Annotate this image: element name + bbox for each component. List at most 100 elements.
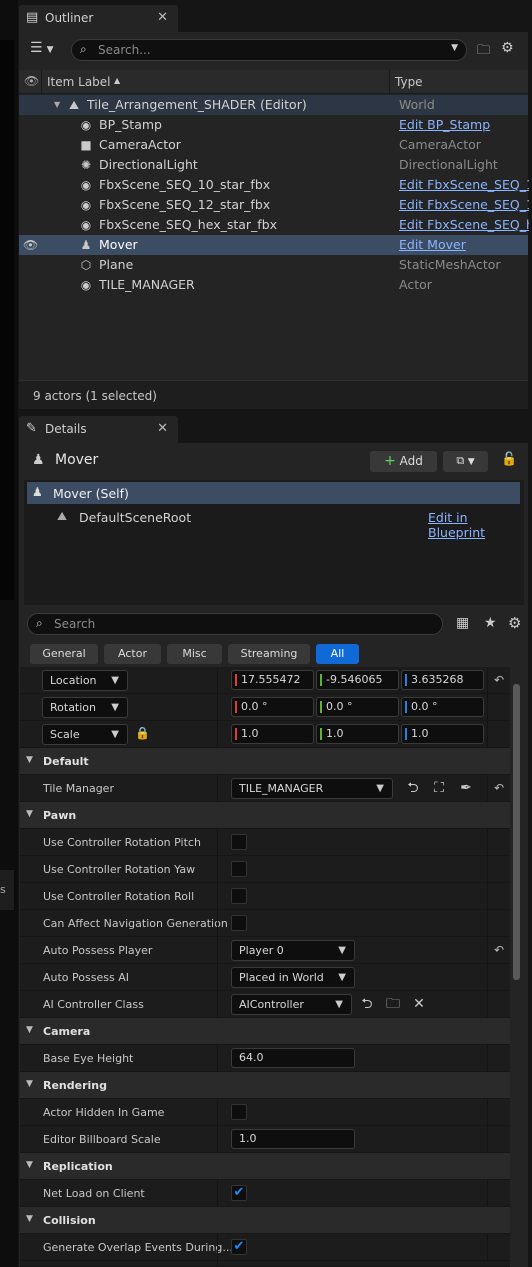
browse-icon[interactable]: 🗀: [384, 995, 402, 1013]
edit-blueprint-link[interactable]: Edit BP_Stamp: [399, 115, 529, 135]
rotation-y-field[interactable]: 0.0 °: [316, 697, 399, 717]
details-tab-label: Details: [45, 422, 87, 436]
base-eye-height-row: Base Eye Height 64.0: [20, 1045, 510, 1072]
location-z-field[interactable]: 3.635268: [401, 670, 484, 690]
category-camera[interactable]: ▼ Camera: [20, 1018, 510, 1045]
component-row[interactable]: ⛰ DefaultSceneRoot Edit in Blueprint: [27, 507, 520, 540]
auto-possess-player-dropdown[interactable]: Player 0 ▼: [231, 940, 355, 961]
actor-hidden-checkbox[interactable]: [231, 1104, 247, 1120]
pitch-checkbox[interactable]: [231, 834, 247, 850]
base-eye-height-field[interactable]: 64.0: [231, 1048, 355, 1068]
edit-blueprint-link[interactable]: Edit FbxScene_SEQ_he: [399, 215, 529, 235]
billboard-scale-field[interactable]: 1.0: [231, 1129, 355, 1149]
auto-possess-ai-label: Auto Possess AI: [43, 971, 129, 984]
rotation-mode-dropdown[interactable]: Rotation ▼: [42, 697, 128, 718]
tile-manager-dropdown[interactable]: TILE_MANAGER ▼: [231, 778, 393, 799]
filter-streaming-button[interactable]: Streaming: [228, 644, 310, 664]
edit-in-blueprint-link[interactable]: Edit in Blueprint: [428, 510, 520, 540]
component-self-row[interactable]: ♟ Mover (Self): [27, 482, 520, 504]
clear-icon[interactable]: ✕: [410, 995, 428, 1013]
category-replication[interactable]: ▼ Replication: [20, 1153, 510, 1180]
scale-y-value: 1.0: [326, 727, 344, 740]
gear-icon[interactable]: ⚙: [508, 614, 521, 632]
collapse-arrow-icon: ▼: [26, 1025, 33, 1035]
scale-mode-dropdown[interactable]: Scale ▼: [42, 724, 128, 745]
folder-add-icon[interactable]: 🗀: [477, 41, 490, 63]
tree-row[interactable]: ◉ TILE_MANAGER Actor: [19, 275, 528, 295]
outliner-tab[interactable]: ▤ Outliner ✕: [19, 5, 178, 32]
tree-row[interactable]: ■ CameraActor CameraActor: [19, 135, 528, 155]
eye-icon[interactable]: 👁: [23, 238, 38, 252]
yaw-checkbox[interactable]: [231, 861, 247, 877]
rotation-x-field[interactable]: 0.0 °: [231, 697, 314, 717]
close-icon[interactable]: ✕: [157, 5, 168, 31]
filter-button[interactable]: ☰ ▼: [30, 40, 64, 60]
edit-blueprint-link[interactable]: Edit FbxScene_SEQ_10: [399, 175, 529, 195]
edit-blueprint-link[interactable]: Edit FbxScene_SEQ_12: [399, 195, 529, 215]
location-x-field[interactable]: 17.555472: [231, 670, 314, 690]
details-scrollbar[interactable]: [513, 684, 520, 980]
category-pawn[interactable]: ▼ Pawn: [20, 802, 510, 829]
overlap-events-checkbox[interactable]: ✔: [231, 1239, 247, 1255]
eyedropper-icon[interactable]: ✒: [457, 779, 475, 797]
tree-row[interactable]: ⬡ Plane StaticMeshActor: [19, 255, 528, 275]
light-icon: ✺: [80, 158, 92, 172]
expand-arrow-icon[interactable]: ▼: [54, 95, 60, 115]
outliner-search-input[interactable]: ⌕ Search... ▼: [71, 39, 467, 61]
tree-row-world[interactable]: ▼ ⛰ Tile_Arrangement_SHADER (Editor) Wor…: [19, 95, 528, 115]
chevron-down-icon: ▼: [467, 457, 475, 467]
star-icon[interactable]: ★: [484, 615, 497, 631]
details-tab[interactable]: ✎ Details ✕: [19, 416, 178, 443]
scale-y-field[interactable]: 1.0: [316, 724, 399, 744]
tree-row[interactable]: ✺ DirectionalLight DirectionalLight: [19, 155, 528, 175]
reset-icon[interactable]: ↶: [494, 673, 504, 687]
edit-blueprint-link[interactable]: Edit Mover: [399, 235, 529, 255]
use-selected-icon[interactable]: ⮌: [404, 779, 422, 797]
ai-controller-class-label: AI Controller Class: [43, 998, 144, 1011]
scale-x-field[interactable]: 1.0: [231, 724, 314, 744]
search-dropdown-chevron-icon[interactable]: ▼: [451, 43, 458, 53]
table-view-icon[interactable]: ▦: [456, 615, 469, 631]
item-label-header[interactable]: Item Label: [47, 75, 111, 89]
navigation-checkbox[interactable]: [231, 915, 247, 931]
outliner-header: 👁 Item Label ▲ Type: [19, 70, 528, 94]
ai-controller-class-dropdown[interactable]: AIController ▼: [231, 994, 352, 1015]
blueprint-options-button[interactable]: ⧉ ▼: [443, 451, 488, 472]
details-search-input[interactable]: ⌕ Search: [27, 613, 443, 635]
rotation-y-value: 0.0 °: [326, 700, 353, 713]
tree-row[interactable]: ◉ FbxScene_SEQ_10_star_fbx Edit FbxScene…: [19, 175, 529, 195]
filter-all-button[interactable]: All: [316, 644, 359, 664]
type-header[interactable]: Type: [395, 75, 423, 89]
camera-icon: ■: [80, 138, 92, 152]
location-y-field[interactable]: -9.546065: [316, 670, 399, 690]
tree-row[interactable]: ◉ BP_Stamp Edit BP_Stamp: [19, 115, 528, 135]
location-mode-dropdown[interactable]: Location ▼: [42, 670, 128, 691]
auto-possess-ai-dropdown[interactable]: Placed in World ▼: [231, 967, 355, 988]
tree-row[interactable]: ◉ FbxScene_SEQ_12_star_fbx Edit FbxScene…: [19, 195, 529, 215]
viewport-edge: s: [0, 0, 18, 1267]
filter-actor-button[interactable]: Actor: [104, 644, 161, 664]
lock-icon[interactable]: 🔒: [135, 726, 150, 740]
tree-row[interactable]: ◉ FbxScene_SEQ_hex_star_fbx Edit FbxScen…: [19, 215, 529, 235]
scale-z-field[interactable]: 1.0: [401, 724, 484, 744]
use-selected-icon[interactable]: ⮌: [358, 995, 376, 1013]
tree-row-selected[interactable]: 👁 ♟ Mover Edit Mover: [19, 235, 528, 255]
category-collision[interactable]: ▼ Collision: [20, 1207, 510, 1234]
reset-icon[interactable]: ↶: [494, 943, 504, 957]
category-default[interactable]: ▼ Default: [20, 748, 510, 775]
net-load-checkbox[interactable]: ✔: [231, 1185, 247, 1201]
category-rendering[interactable]: ▼ Rendering: [20, 1072, 510, 1099]
visibility-header-icon[interactable]: 👁: [24, 74, 39, 88]
roll-checkbox[interactable]: [231, 888, 247, 904]
rotation-z-field[interactable]: 0.0 °: [401, 697, 484, 717]
chevron-down-icon: ▼: [111, 675, 119, 686]
reset-icon[interactable]: ↶: [494, 781, 504, 795]
add-component-button[interactable]: + Add: [370, 451, 437, 472]
filter-general-button[interactable]: General: [30, 644, 98, 664]
filter-misc-button[interactable]: Misc: [167, 644, 222, 664]
close-icon[interactable]: ✕: [157, 416, 168, 442]
lock-icon[interactable]: 🔓: [501, 452, 517, 467]
gear-icon[interactable]: ⚙: [501, 40, 514, 56]
browse-icon[interactable]: ⛶: [430, 779, 448, 797]
pawn-icon: ♟: [80, 238, 92, 252]
